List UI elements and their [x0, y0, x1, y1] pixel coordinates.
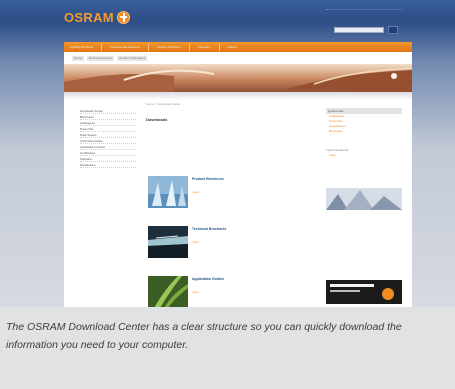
- nav-item[interactable]: Industry Solutions: [157, 45, 181, 49]
- search-go-button[interactable]: [388, 26, 398, 34]
- sidebar-nav: Download Center Brochures Catalogues Pre…: [80, 108, 136, 168]
- teaser-image[interactable]: [326, 188, 402, 210]
- download-thumbnail[interactable]: [148, 276, 188, 307]
- breadcrumb-item[interactable]: Home: [72, 55, 85, 61]
- teaser-link[interactable]: more: [329, 153, 402, 158]
- osram-bulb-logo-icon: [116, 11, 130, 24]
- top-links[interactable]: [326, 9, 402, 12]
- search-input[interactable]: [334, 27, 384, 33]
- main-nav: Lighting Products Professional Solutions…: [64, 42, 412, 52]
- download-title[interactable]: Application Guides: [192, 277, 224, 281]
- logo-wordmark: OSRAM: [64, 10, 114, 25]
- main-content: Home > Download Center Downloads Product…: [146, 102, 306, 307]
- download-title[interactable]: Technical Brochures: [192, 227, 226, 231]
- download-item: Application Guides more: [146, 276, 306, 307]
- sidebar-item[interactable]: Newsletters: [80, 162, 136, 168]
- breadcrumb-item[interactable]: Download Center: [87, 55, 115, 61]
- download-title[interactable]: Product Brochures: [192, 177, 224, 181]
- download-more-link[interactable]: more: [192, 290, 199, 294]
- nav-divider: [188, 43, 190, 51]
- download-item: Technical Brochures more: [146, 226, 306, 266]
- page-container: Lighting Products Professional Solutions…: [64, 42, 412, 307]
- banner-shadow: [64, 92, 412, 100]
- quick-link[interactable]: Brochures: [329, 129, 402, 134]
- download-more-link[interactable]: more: [192, 240, 199, 244]
- nav-divider: [218, 43, 220, 51]
- breadcrumb: Home Download Center Product Information: [72, 55, 148, 61]
- osram-logo[interactable]: OSRAM: [64, 10, 130, 25]
- download-more-link[interactable]: more: [192, 190, 199, 194]
- website-screenshot: OSRAM Lighting Products Professional Sol…: [0, 0, 455, 307]
- caption: The OSRAM Download Center has a clear st…: [0, 307, 455, 389]
- nav-divider: [147, 43, 149, 51]
- nav-item[interactable]: Company: [198, 45, 211, 49]
- nav-item[interactable]: Lighting Products: [70, 45, 93, 49]
- header-banner-image: [64, 64, 412, 92]
- nav-divider: [101, 43, 103, 51]
- nav-item[interactable]: Professional Solutions: [110, 45, 140, 49]
- caption-text: The OSRAM Download Center has a clear st…: [6, 321, 402, 351]
- breadcrumb-item[interactable]: Product Information: [117, 55, 148, 61]
- teaser-image[interactable]: [326, 280, 402, 304]
- page-title: Downloads: [146, 117, 168, 122]
- nav-item[interactable]: Career: [228, 45, 237, 49]
- download-thumbnail[interactable]: [148, 226, 188, 258]
- download-thumbnail[interactable]: [148, 176, 188, 208]
- content-breadcrumb[interactable]: Home > Download Center: [146, 102, 306, 107]
- download-item: Product Brochures more: [146, 176, 306, 216]
- intro-text: [146, 135, 300, 144]
